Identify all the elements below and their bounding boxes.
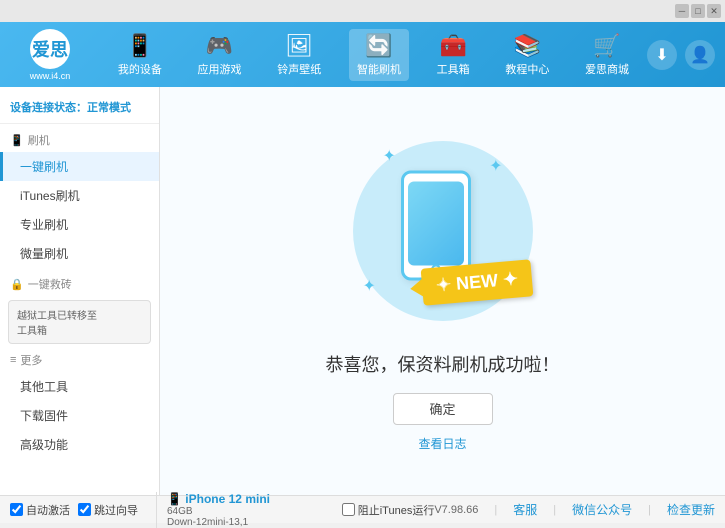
sidebar-section-rescue: 🔒 一键救砖 越狱工具已转移至工具箱 xyxy=(0,272,159,344)
rescue-icon: 🔒 xyxy=(10,278,24,291)
logo-subtitle: www.i4.cn xyxy=(30,71,71,81)
flash-section-label: 刷机 xyxy=(28,132,50,148)
auto-launch-input[interactable] xyxy=(10,503,23,516)
status-label: 设备连接状态： xyxy=(10,102,87,114)
logo-icon: 爱思 xyxy=(30,29,70,69)
nav-store[interactable]: 🛒 爱思商城 xyxy=(577,29,637,81)
nav-smart-flash[interactable]: 🔄 智能刷机 xyxy=(349,29,409,81)
my-device-icon: 📱 xyxy=(126,33,153,59)
tutorials-icon: 📚 xyxy=(514,33,541,59)
wechat-link[interactable]: 微信公众号 xyxy=(572,501,632,518)
download-button[interactable]: ⬇ xyxy=(647,40,677,70)
close-button[interactable]: ✕ xyxy=(707,4,721,18)
sparkle-1: ✦ xyxy=(383,146,396,166)
smart-flash-icon: 🔄 xyxy=(365,33,392,59)
auto-launch-checkbox[interactable]: 自动激活 xyxy=(10,502,70,518)
nav-store-label: 爱思商城 xyxy=(585,61,629,77)
section-flash-title: 📱 刷机 xyxy=(0,128,159,152)
itunes-stop-checkbox[interactable] xyxy=(342,503,355,516)
phone-illustration: ✦ ✦ ✦ ✦ NEW ✦ xyxy=(343,131,543,331)
nav-my-device-label: 我的设备 xyxy=(118,61,162,77)
section-rescue-title: 🔒 一键救砖 xyxy=(0,272,159,296)
nav-toolbox-label: 工具箱 xyxy=(437,61,470,77)
bottom-left: 自动激活 跳过向导 📱 iPhone 12 mini 64GB Down-12m… xyxy=(10,492,342,528)
itunes-stop-label: 阻止iTunes运行 xyxy=(358,502,435,518)
device-info: 📱 iPhone 12 mini 64GB Down-12mini-13,1 xyxy=(156,492,270,528)
maximize-button[interactable]: □ xyxy=(691,4,705,18)
nav-toolbox[interactable]: 🧰 工具箱 xyxy=(429,29,478,81)
phone-body xyxy=(401,170,471,280)
bottom-right: V7.98.66 | 客服 | 微信公众号 | 检查更新 xyxy=(434,501,715,518)
success-text: 恭喜您，保资料刷机成功啦！ xyxy=(326,351,560,377)
skip-wizard-input[interactable] xyxy=(78,503,91,516)
rescue-label: 一键救砖 xyxy=(28,276,72,292)
sidebar-section-flash: 📱 刷机 一键刷机 iTunes刷机 专业刷机 微量刷机 xyxy=(0,128,159,268)
auto-launch-label: 自动激活 xyxy=(26,502,70,518)
device-icon: 📱 xyxy=(167,492,182,506)
nav-apps-label: 应用游戏 xyxy=(198,61,242,77)
toolbox-icon: 🧰 xyxy=(439,33,466,59)
main: 设备连接状态：正常模式 📱 刷机 一键刷机 iTunes刷机 专业刷机 微量刷机… xyxy=(0,87,725,495)
store-icon: 🛒 xyxy=(593,33,620,59)
header-right: ⬇ 👤 xyxy=(647,40,715,70)
title-bar: ─ □ ✕ xyxy=(0,0,725,22)
itunes-stop[interactable]: 阻止iTunes运行 xyxy=(342,502,435,518)
sidebar-section-more: ≡ 更多 其他工具 下载固件 高级功能 xyxy=(0,348,159,459)
minimize-button[interactable]: ─ xyxy=(675,4,689,18)
sidebar-item-data-flash[interactable]: 微量刷机 xyxy=(0,239,159,268)
device-status: 设备连接状态：正常模式 xyxy=(0,95,159,124)
sparkle-2: ✦ xyxy=(489,156,502,176)
skip-wizard-checkbox[interactable]: 跳过向导 xyxy=(78,502,138,518)
nav-my-device[interactable]: 📱 我的设备 xyxy=(110,29,170,81)
nav-smart-flash-label: 智能刷机 xyxy=(357,61,401,77)
more-icon: ≡ xyxy=(10,354,16,366)
sidebar-item-one-click[interactable]: 一键刷机 xyxy=(0,152,159,181)
sidebar-item-other-tools[interactable]: 其他工具 xyxy=(0,372,159,401)
check-update-link[interactable]: 检查更新 xyxy=(667,501,715,518)
version-label: V7.98.66 xyxy=(434,504,478,516)
view-log-link[interactable]: 查看日志 xyxy=(418,435,466,452)
content-area: ✦ ✦ ✦ ✦ NEW ✦ 恭喜您，保资料刷机成功啦！ 确定 查看日志 xyxy=(160,87,725,495)
section-more-title: ≡ 更多 xyxy=(0,348,159,372)
skip-wizard-label: 跳过向导 xyxy=(94,502,138,518)
sidebar-item-pro-flash[interactable]: 专业刷机 xyxy=(0,210,159,239)
device-model: Down-12mini-13,1 xyxy=(167,517,270,528)
device-name: 📱 iPhone 12 mini xyxy=(167,492,270,506)
sidebar: 设备连接状态：正常模式 📱 刷机 一键刷机 iTunes刷机 专业刷机 微量刷机… xyxy=(0,87,160,495)
rescue-notice: 越狱工具已转移至工具箱 xyxy=(8,300,151,344)
confirm-button[interactable]: 确定 xyxy=(393,393,493,425)
sidebar-item-advanced[interactable]: 高级功能 xyxy=(0,430,159,459)
status-value: 正常模式 xyxy=(87,102,131,114)
flash-section-icon: 📱 xyxy=(10,134,24,147)
nav-tutorials[interactable]: 📚 教程中心 xyxy=(497,29,557,81)
user-button[interactable]: 👤 xyxy=(685,40,715,70)
sidebar-item-download-firmware[interactable]: 下载固件 xyxy=(0,401,159,430)
sparkle-3: ✦ xyxy=(363,276,376,296)
nav-bar: 📱 我的设备 🎮 应用游戏 🖼 铃声壁纸 🔄 智能刷机 🧰 工具箱 📚 教程中心… xyxy=(100,29,647,81)
logo: 爱思 www.i4.cn xyxy=(10,29,90,81)
nav-wallpaper-label: 铃声壁纸 xyxy=(277,61,321,77)
apps-icon: 🎮 xyxy=(206,33,233,59)
more-label: 更多 xyxy=(20,352,42,368)
header: 爱思 www.i4.cn 📱 我的设备 🎮 应用游戏 🖼 铃声壁纸 🔄 智能刷机… xyxy=(0,22,725,87)
wallpaper-icon: 🖼 xyxy=(285,33,313,59)
nav-tutorials-label: 教程中心 xyxy=(505,61,549,77)
device-storage: 64GB xyxy=(167,506,270,517)
nav-apps[interactable]: 🎮 应用游戏 xyxy=(190,29,250,81)
bottom-bar: 自动激活 跳过向导 📱 iPhone 12 mini 64GB Down-12m… xyxy=(0,495,725,523)
nav-wallpaper[interactable]: 🖼 铃声壁纸 xyxy=(269,29,329,81)
phone-screen xyxy=(408,181,464,265)
support-link[interactable]: 客服 xyxy=(513,501,537,518)
sidebar-item-itunes-flash[interactable]: iTunes刷机 xyxy=(0,181,159,210)
